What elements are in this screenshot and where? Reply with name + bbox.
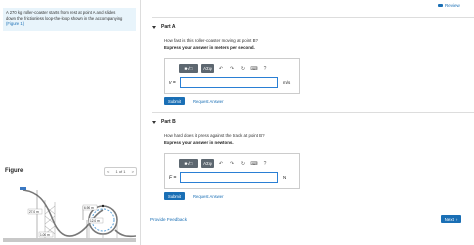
part-a-top-rule — [152, 17, 474, 18]
page-root: Review A 270 kg roller-coaster starts fr… — [0, 0, 474, 245]
next-button[interactable]: Next › — [441, 215, 461, 223]
undo-icon[interactable]: ↶ — [217, 64, 225, 73]
part-b-submit-button[interactable]: Submit — [164, 192, 185, 200]
redo-icon[interactable]: ↷ — [228, 64, 236, 73]
chevron-right-icon: › — [455, 216, 458, 222]
end-track — [114, 229, 136, 238]
part-a-header[interactable]: Part A — [152, 24, 176, 30]
point-b-marker — [101, 204, 105, 208]
part-a-instruction: Express your answer in meters per second… — [164, 45, 255, 50]
pager-prev-button[interactable]: < — [107, 169, 109, 174]
collapse-triangle-icon — [152, 25, 156, 29]
part-b-question: How hard does it press against the track… — [164, 133, 265, 138]
undo-icon[interactable]: ↶ — [217, 159, 225, 168]
part-b-equals: = — [172, 175, 177, 181]
symbols-button[interactable]: ΑΣφ — [201, 64, 214, 73]
part-b-instruction: Express your answer in newtons. — [164, 140, 234, 145]
part-a-answer-box: ■√□ ΑΣφ ↶ ↷ ↻ ⌨ ? v = m/s — [164, 58, 300, 94]
pager-label: 1 of 1 — [115, 169, 126, 174]
ground — [3, 238, 136, 242]
templates-button[interactable]: ■√□ — [179, 64, 198, 73]
next-label: Next — [444, 216, 454, 222]
roller-coaster-figure: 27.0 m 6.90 m 12.0 m 1.00 m — [3, 187, 136, 242]
reset-icon[interactable]: ↻ — [239, 159, 247, 168]
templates-button[interactable]: ■√□ — [179, 159, 198, 168]
keyboard-icon[interactable]: ⌨ — [250, 64, 258, 73]
part-b-request-answer-link[interactable]: Request Answer — [193, 194, 224, 199]
redo-icon[interactable]: ↷ — [228, 159, 236, 168]
figure-title: Figure — [5, 168, 24, 174]
part-b-title: Part B — [161, 119, 176, 125]
part-b-toolbar: ■√□ ΑΣφ ↶ ↷ ↻ ⌨ ? — [179, 158, 269, 169]
provide-feedback-link[interactable]: Provide Feedback — [150, 217, 187, 222]
review-label: Review — [445, 3, 460, 8]
label-h-a: 27.0 m — [29, 210, 39, 214]
cart — [20, 187, 26, 190]
symbols-button[interactable]: ΑΣφ — [201, 159, 214, 168]
part-b-answer-input[interactable] — [180, 172, 278, 183]
part-a-toolbar: ■√□ ΑΣφ ↶ ↷ ↻ ⌨ ? — [179, 63, 269, 74]
part-b-top-rule — [152, 112, 474, 113]
part-b-variable: F = — [169, 175, 176, 181]
label-h-b: 6.90 m — [84, 206, 94, 210]
problem-statement: A 270 kg roller-coaster starts from rest… — [3, 8, 136, 31]
part-b-unit: N — [283, 175, 287, 180]
part-a-submit-button[interactable]: Submit — [164, 97, 185, 105]
help-icon[interactable]: ? — [261, 159, 269, 168]
help-icon[interactable]: ? — [261, 64, 269, 73]
review-link[interactable]: Review — [438, 3, 460, 8]
part-a-variable: v = — [169, 80, 176, 86]
column-divider — [140, 0, 141, 245]
problem-line-1: A 270 kg roller-coaster starts from rest… — [6, 10, 116, 15]
figure-link[interactable]: (Figure 1) — [6, 21, 133, 27]
figure-pager: < 1 of 1 > — [104, 167, 137, 176]
label-h-c: 12.0 m — [90, 219, 100, 223]
problem-line-2: down the frictionless loop-the-loop show… — [6, 15, 123, 21]
part-b-header[interactable]: Part B — [152, 119, 176, 125]
part-b-answer-box: ■√□ ΑΣφ ↶ ↷ ↻ ⌨ ? F = N — [164, 153, 300, 189]
review-icon — [438, 3, 443, 8]
part-a-answer-input[interactable] — [180, 77, 278, 88]
keyboard-icon[interactable]: ⌨ — [250, 159, 258, 168]
part-a-equals: = — [171, 80, 176, 86]
part-a-request-answer-link[interactable]: Request Answer — [193, 99, 224, 104]
reset-icon[interactable]: ↻ — [239, 64, 247, 73]
part-a-title: Part A — [161, 24, 176, 30]
part-a-unit: m/s — [283, 80, 291, 85]
collapse-triangle-icon — [152, 120, 156, 124]
pager-next-button[interactable]: > — [132, 169, 134, 174]
label-base: 1.00 m — [40, 233, 50, 237]
part-a-question: How fast is this roller-coaster moving a… — [164, 38, 258, 43]
dimension-lines — [36, 190, 88, 238]
